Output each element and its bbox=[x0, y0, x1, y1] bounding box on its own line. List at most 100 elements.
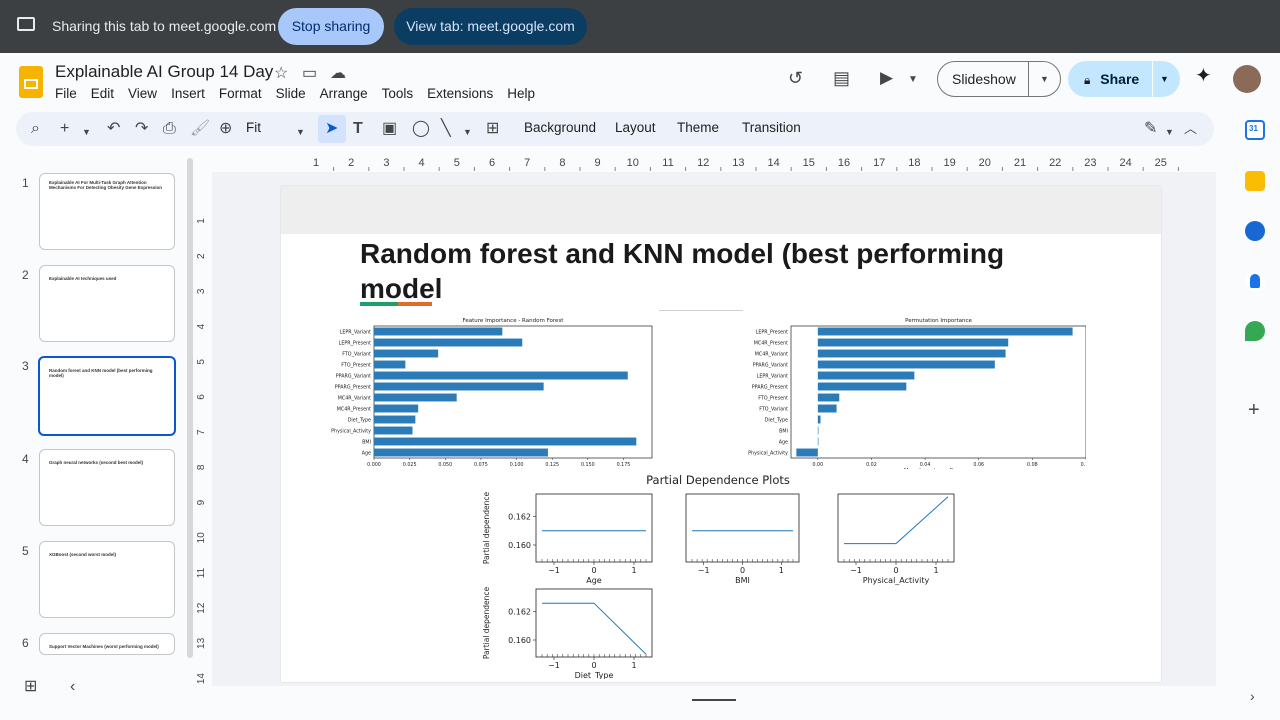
grid-view-icon[interactable]: ⊞ bbox=[24, 679, 37, 695]
slide-thumbnail-4[interactable]: Graph neural networks (second best model… bbox=[39, 449, 175, 526]
pdp-y-label: Partial dependence bbox=[482, 491, 491, 564]
keep-icon[interactable] bbox=[1245, 171, 1265, 191]
slide-thumbnail-1[interactable]: Explainable AI For Multi-Task Graph Atte… bbox=[39, 173, 175, 250]
menu-slide[interactable]: Slide bbox=[276, 86, 306, 101]
bar-FTO_Present bbox=[374, 360, 406, 369]
bar-Diet_Type bbox=[374, 415, 416, 424]
tasks-icon[interactable] bbox=[1245, 221, 1265, 241]
slide-number: 5 bbox=[22, 544, 29, 558]
move-folder-icon[interactable]: ▭ bbox=[302, 66, 317, 82]
ruler-tick-label: 11 bbox=[196, 567, 207, 578]
background-button[interactable]: Background bbox=[524, 120, 596, 135]
bar-Physical_Activity bbox=[796, 448, 818, 457]
zoom-icon[interactable]: ⊕ bbox=[219, 121, 232, 137]
cursor-icon[interactable]: ➤ bbox=[325, 121, 338, 137]
filmstrip-scrollbar[interactable] bbox=[187, 158, 193, 658]
speaker-notes-handle[interactable] bbox=[692, 699, 736, 701]
meet-camera-icon[interactable]: ▶ bbox=[880, 69, 893, 86]
menu-insert[interactable]: Insert bbox=[171, 86, 205, 101]
contacts-icon[interactable] bbox=[1245, 271, 1265, 291]
menu-arrange[interactable]: Arrange bbox=[320, 86, 368, 101]
chevron-down-icon[interactable]: ▼ bbox=[82, 124, 91, 140]
permutation-importance-chart[interactable]: Permutation Importance LEPR_Present MC4R_P… bbox=[736, 314, 1086, 469]
star-icon[interactable]: ☆ bbox=[274, 66, 288, 82]
redo-icon[interactable]: ↷ bbox=[135, 121, 148, 137]
comments-icon[interactable]: ▤ bbox=[833, 69, 850, 87]
text-box-icon[interactable]: T bbox=[353, 121, 363, 137]
slide-title[interactable]: Random forest and KNN model (best perfor… bbox=[360, 236, 1080, 306]
bar-PPARG_Variant bbox=[374, 371, 628, 380]
collapse-filmstrip-icon[interactable]: ‹ bbox=[70, 679, 75, 695]
undo-icon[interactable]: ↶ bbox=[107, 121, 120, 137]
menu-bar: File Edit View Insert Format Slide Arrange Tool… bbox=[55, 86, 549, 101]
slide-thumbnail-6[interactable]: Support Vector Machines (worst performin… bbox=[39, 633, 175, 655]
gemini-sparkle-icon[interactable]: ✦ bbox=[1195, 66, 1212, 86]
bar-label: Physical_Activity bbox=[748, 450, 788, 456]
ruler-tick-label: 17 bbox=[873, 157, 885, 169]
new-slide-icon[interactable]: + bbox=[60, 121, 69, 137]
feature-importance-chart[interactable]: Feature Importance - Random Forest LEPR_V… bbox=[329, 314, 659, 469]
chevron-down-icon[interactable]: ▼ bbox=[463, 124, 472, 140]
print-icon[interactable]: ⎙ bbox=[163, 121, 176, 137]
ruler-tick-label: 11 bbox=[662, 157, 673, 169]
pdp-x-label: Age bbox=[586, 576, 602, 585]
slide-thumbnail-3[interactable]: Random forest and KNN model (best perfor… bbox=[38, 356, 176, 436]
avatar[interactable] bbox=[1233, 65, 1261, 93]
bar-label: PPARG_Variant bbox=[336, 373, 371, 379]
partial-dependence-plots[interactable]: Partial Dependence Plots −1 0 1 Age 0.162 0.16… bbox=[351, 474, 1091, 679]
collapse-toolbar-icon[interactable]: ︿ bbox=[1184, 121, 1197, 137]
bar-LEPR_Present bbox=[817, 327, 1073, 336]
version-history-icon[interactable]: ↺ bbox=[788, 69, 803, 87]
paint-format-icon[interactable]: 🖌︎ bbox=[190, 121, 210, 137]
ruler-tick-label: 22 bbox=[1049, 157, 1061, 169]
ruler-tick-label: 25 bbox=[1155, 157, 1167, 169]
share-button[interactable]: 🔒︎ Share ▼ bbox=[1068, 61, 1180, 97]
horizontal-ruler: 1 2 3 4 5 6 7 8 9 10 11 12 13 14 15 16 17 18 19 20 21 22 23 24 2… bbox=[212, 155, 1222, 171]
layout-button[interactable]: Layout bbox=[615, 120, 656, 135]
maps-icon[interactable] bbox=[1245, 321, 1265, 341]
slides-logo-icon[interactable] bbox=[19, 66, 43, 98]
cloud-status-icon[interactable]: ☁ bbox=[330, 66, 346, 82]
screen-share-bar: Sharing this tab to meet.google.com Stop… bbox=[0, 0, 1280, 53]
line-icon[interactable]: ╲ bbox=[441, 121, 451, 137]
x-tick-label: 0.050 bbox=[438, 462, 452, 468]
slide-thumbnail-2[interactable]: Explainable AI techniques used bbox=[39, 265, 175, 342]
menu-edit[interactable]: Edit bbox=[91, 86, 114, 101]
show-side-panel-icon[interactable]: › bbox=[1250, 688, 1255, 704]
ruler-tick-label: 5 bbox=[196, 359, 207, 365]
slide-thumbnail-5[interactable]: XGBoost (second worst model) bbox=[39, 541, 175, 618]
stop-sharing-button[interactable]: Stop sharing bbox=[278, 8, 384, 45]
chevron-down-icon[interactable]: ▼ bbox=[1160, 61, 1169, 97]
menu-view[interactable]: View bbox=[128, 86, 157, 101]
thumbnail-title: Explainable AI For Multi-Task Graph Atte… bbox=[49, 180, 163, 190]
chevron-down-icon[interactable]: ▼ bbox=[296, 124, 305, 140]
x-tick-label: 0 bbox=[591, 661, 596, 670]
transition-button[interactable]: Transition bbox=[742, 120, 801, 135]
menu-format[interactable]: Format bbox=[219, 86, 262, 101]
menu-help[interactable]: Help bbox=[507, 86, 535, 101]
chevron-down-icon[interactable]: ▼ bbox=[1165, 124, 1174, 140]
bar-label: FTO_Variant bbox=[342, 351, 371, 357]
zoom-select[interactable]: Fit bbox=[246, 120, 261, 135]
pen-tool-icon[interactable]: ✎ bbox=[1144, 121, 1157, 137]
insert-image-icon[interactable]: ▣ bbox=[382, 121, 397, 137]
document-title[interactable]: Explainable AI Group 14 Day bbox=[55, 62, 273, 82]
ruler-tick-label: 24 bbox=[1119, 157, 1131, 169]
view-tab-button[interactable]: View tab: meet.google.com bbox=[394, 8, 587, 45]
get-addons-plus-icon[interactable]: + bbox=[1248, 400, 1260, 420]
bar-label: PPARG_Present bbox=[752, 384, 788, 390]
slideshow-button[interactable]: Slideshow ▼ bbox=[937, 61, 1061, 97]
chevron-down-icon[interactable]: ▼ bbox=[908, 72, 918, 88]
shape-icon[interactable]: ◯ bbox=[412, 121, 430, 137]
insert-comment-icon[interactable]: ⊞ bbox=[486, 121, 499, 137]
bar-BMI bbox=[817, 426, 819, 435]
chevron-down-icon[interactable]: ▼ bbox=[1040, 62, 1049, 96]
calendar-icon[interactable]: 31 bbox=[1245, 120, 1265, 140]
menu-file[interactable]: File bbox=[55, 86, 77, 101]
search-menus-icon[interactable]: ⌕ bbox=[31, 121, 40, 137]
menu-tools[interactable]: Tools bbox=[382, 86, 414, 101]
menu-extensions[interactable]: Extensions bbox=[427, 86, 493, 101]
slide[interactable]: Random forest and KNN model (best perfor… bbox=[281, 186, 1161, 682]
x-tick-label: 1 bbox=[631, 661, 636, 670]
theme-button[interactable]: Theme bbox=[677, 120, 719, 135]
